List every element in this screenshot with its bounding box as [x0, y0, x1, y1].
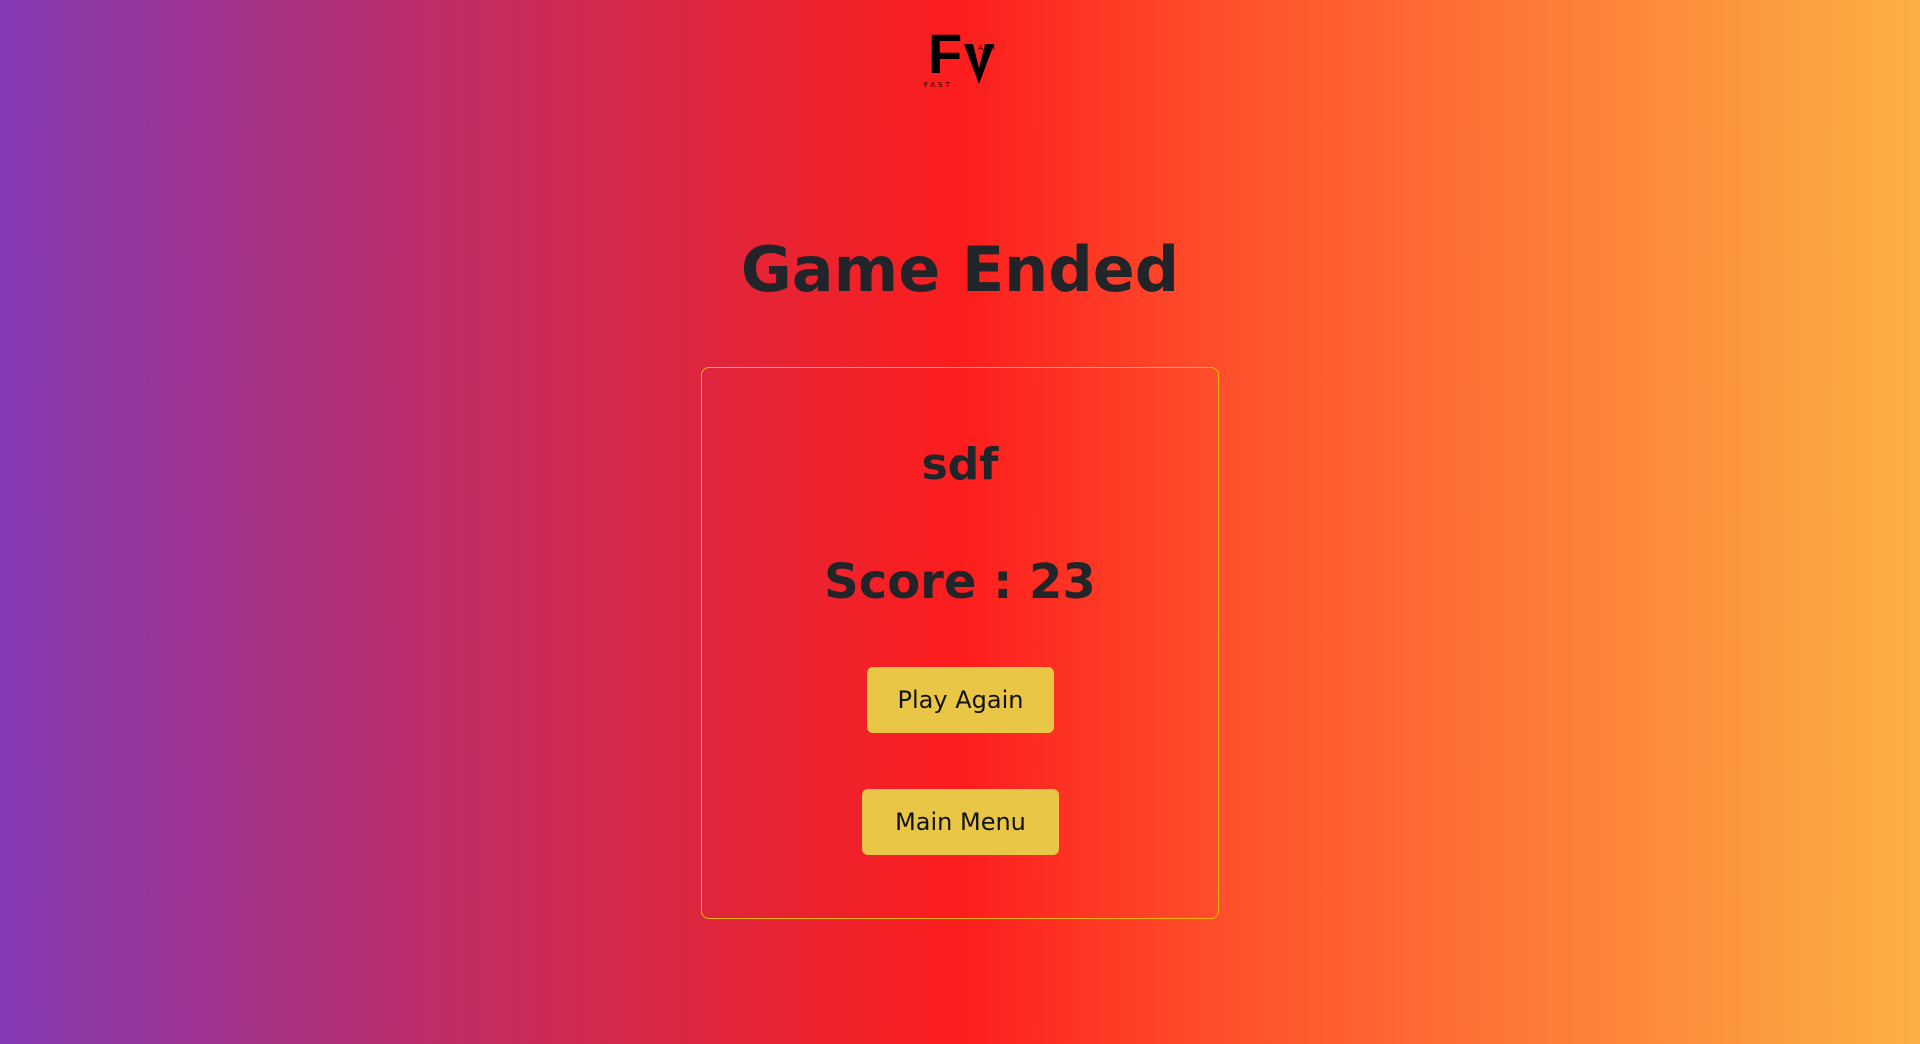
logo: F AIM FAST [922, 26, 1002, 98]
play-again-button[interactable]: Play Again [867, 667, 1054, 733]
score-value: 23 [1029, 554, 1096, 610]
player-name: sdf [921, 439, 999, 490]
page-title: Game Ended [740, 233, 1180, 306]
score-label: Score : [824, 554, 1030, 610]
logo-aim-text: AIM [978, 44, 997, 52]
result-card: sdf Score : 23 Play Again Main Menu [701, 367, 1219, 919]
main-menu-button[interactable]: Main Menu [862, 789, 1059, 855]
logo-fast-text: FAST [924, 81, 953, 89]
score-display: Score : 23 [702, 552, 1218, 612]
logo-letter-f: F [928, 22, 963, 85]
